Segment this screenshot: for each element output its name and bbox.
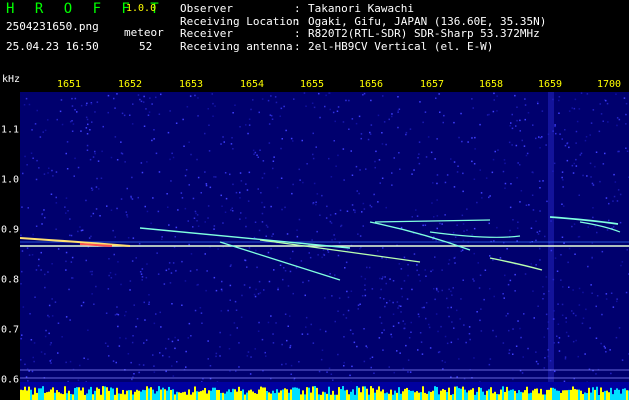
x-tick-label: 1657 [419,79,445,90]
meteor-count: 52 [139,40,153,53]
signal-level-canvas [20,386,629,400]
meteor-trail [139,227,351,249]
info-row-observer: Observer: Takanori Kawachi [180,2,546,16]
x-tick-label: 1653 [178,79,204,90]
spectrogram-plot [20,92,629,382]
file-name: 2504231650.png [6,20,99,33]
info-row-receiver: Receiver: R820T2(RTL-SDR) SDR-Sharp 53.37… [180,27,546,41]
meteor-trails [20,216,621,281]
meteor-trail [374,219,491,223]
meteor-trail [489,257,543,271]
x-tick-label: 1700 [596,79,622,90]
y-tick-label: 0.9 [1,224,20,236]
meteor-trail [429,231,521,238]
x-tick-label: 1655 [299,79,325,90]
info-key: Receiver [180,27,233,40]
info-value: R820T2(RTL-SDR) SDR-Sharp 53.372MHz [308,27,540,40]
x-tick-label: 1656 [358,79,384,90]
spectrogram-window: H R O F F T 1.0.0 2504231650.png meteor … [0,0,629,400]
station-info: Observer: Takanori Kawachi Receiving Loca… [180,2,546,54]
y-tick-label: 0.7 [1,324,20,336]
info-colon: : [294,27,301,40]
signal-level-strip [20,382,629,400]
timestamp: 25.04.23 16:50 [6,40,99,53]
info-row-antenna: Receiving antenna:2el-HB9CV Vertical (el… [180,39,546,54]
meteor-label: meteor [124,26,164,39]
info-colon: : [294,2,301,15]
info-value: 2el-HB9CV Vertical (el. E-W) [308,39,494,53]
x-tick-label: 1659 [537,79,563,90]
y-axis-unit: kHz [2,74,21,85]
spectrogram-canvas [20,92,629,382]
y-tick-label: 0.6 [1,374,20,386]
app-version: 1.0.0 [126,3,157,14]
interference-band [548,92,554,382]
x-tick-label: 1651 [56,79,82,90]
info-colon: : [294,39,301,53]
y-tick-label: 1.1 [1,124,20,136]
y-tick-label: 1.0 [1,174,20,186]
x-tick-label: 1654 [239,79,265,90]
noise-field [20,92,629,382]
info-key: Receiving antenna [180,39,293,53]
header-panel: H R O F F T 1.0.0 2504231650.png meteor … [0,0,629,74]
x-tick-label: 1658 [478,79,504,90]
info-key: Observer [180,2,233,15]
y-tick-label: 0.8 [1,274,20,286]
x-tick-label: 1652 [117,79,143,90]
info-value: Takanori Kawachi [308,2,414,15]
